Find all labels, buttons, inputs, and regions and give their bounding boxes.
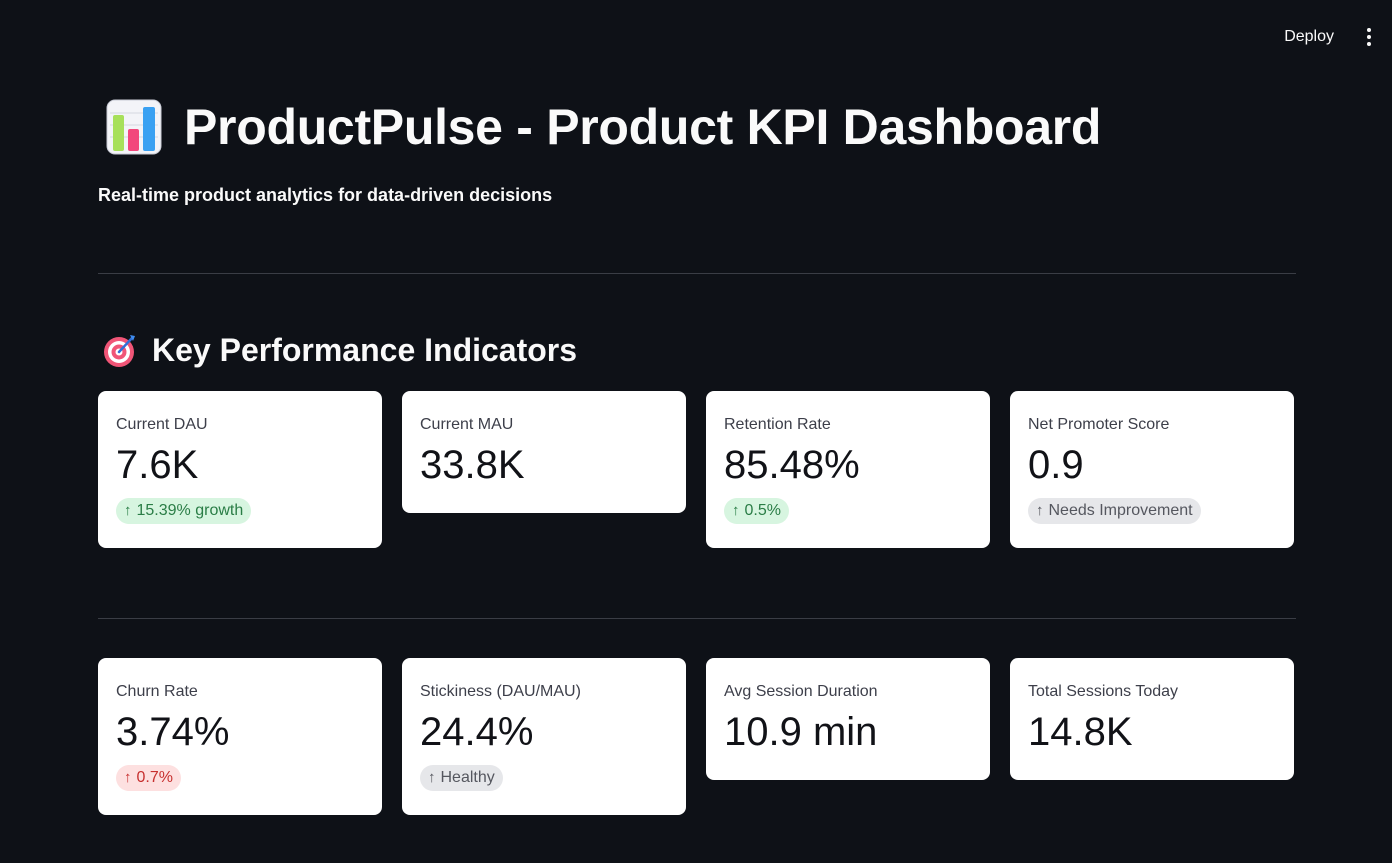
metric-label: Retention Rate: [724, 416, 831, 433]
app-root: Deploy ProductPulse - Product KPI Dashbo…: [0, 0, 1392, 863]
arrow-up-icon: ↑: [732, 502, 740, 519]
divider: [98, 273, 1296, 274]
divider: [98, 618, 1296, 619]
delta-text: 0.7%: [136, 769, 173, 786]
metric-card-stickiness: Stickiness (DAU/MAU) 24.4% ↑ Healthy: [402, 658, 686, 815]
arrow-up-icon: ↑: [1036, 502, 1044, 519]
metric-label: Stickiness (DAU/MAU): [420, 683, 581, 700]
title-row: ProductPulse - Product KPI Dashboard: [106, 98, 1101, 156]
metric-label: Churn Rate: [116, 683, 198, 700]
kpi-row-1: Current DAU 7.6K ↑ 15.39% growth Current…: [98, 391, 1294, 548]
menu-dot: [1367, 28, 1371, 32]
metric-value: 24.4%: [420, 710, 534, 754]
metric-card-nps: Net Promoter Score 0.9 ↑ Needs Improveme…: [1010, 391, 1294, 548]
metric-delta: ↑ 15.39% growth: [116, 498, 252, 524]
metric-value: 14.8K: [1028, 710, 1133, 754]
top-toolbar: Deploy: [1280, 26, 1378, 48]
metric-card-churn: Churn Rate 3.74% ↑ 0.7%: [98, 658, 382, 815]
vertical-dots-icon[interactable]: [1360, 26, 1378, 48]
delta-text: 15.39% growth: [136, 502, 244, 519]
bar-chart-icon: [106, 99, 162, 155]
metric-value: 10.9 min: [724, 710, 878, 754]
target-icon: [104, 335, 135, 367]
delta-text: 0.5%: [744, 502, 781, 519]
deploy-button[interactable]: Deploy: [1280, 26, 1338, 48]
metric-value: 7.6K: [116, 443, 199, 487]
delta-text: Needs Improvement: [1048, 502, 1193, 519]
delta-text: Healthy: [440, 769, 495, 786]
page-subtitle: Real-time product analytics for data-dri…: [98, 185, 553, 205]
page-title: ProductPulse - Product KPI Dashboard: [184, 99, 1102, 155]
metric-card-total-sessions: Total Sessions Today 14.8K: [1010, 658, 1294, 780]
kpi-row-2: Churn Rate 3.74% ↑ 0.7% Stickiness (DAU/…: [98, 658, 1294, 815]
arrow-up-icon: ↑: [428, 769, 436, 786]
metric-delta: ↑ 0.7%: [116, 765, 181, 791]
metric-value: 0.9: [1028, 443, 1084, 487]
metric-label: Current DAU: [116, 416, 208, 433]
metric-value: 33.8K: [420, 443, 525, 487]
kpi-section-header: Key Performance Indicators: [102, 330, 577, 370]
section-title: Key Performance Indicators: [152, 332, 578, 368]
metric-value: 3.74%: [116, 710, 230, 754]
arrow-up-icon: ↑: [124, 502, 132, 519]
metric-label: Avg Session Duration: [724, 683, 878, 700]
metric-delta: ↑ Healthy: [420, 765, 503, 791]
metric-label: Total Sessions Today: [1028, 683, 1179, 700]
metric-value: 85.48%: [724, 443, 860, 487]
menu-dot: [1367, 35, 1371, 39]
metric-card-session-duration: Avg Session Duration 10.9 min: [706, 658, 990, 780]
metric-label: Net Promoter Score: [1028, 416, 1170, 433]
metric-card-retention: Retention Rate 85.48% ↑ 0.5%: [706, 391, 990, 548]
metric-card-dau: Current DAU 7.6K ↑ 15.39% growth: [98, 391, 382, 548]
metric-card-mau: Current MAU 33.8K: [402, 391, 686, 513]
metric-label: Current MAU: [420, 416, 514, 433]
arrow-up-icon: ↑: [124, 769, 132, 786]
metric-delta: ↑ 0.5%: [724, 498, 789, 524]
menu-dot: [1367, 42, 1371, 46]
metric-delta: ↑ Needs Improvement: [1028, 498, 1201, 524]
